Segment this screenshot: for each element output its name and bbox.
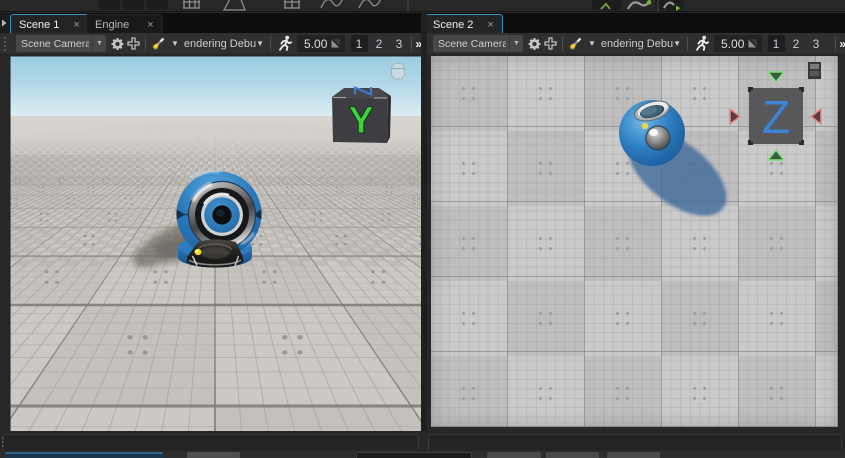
svg-text:Y: Y [348,100,373,142]
svg-text:Z: Z [762,91,790,143]
